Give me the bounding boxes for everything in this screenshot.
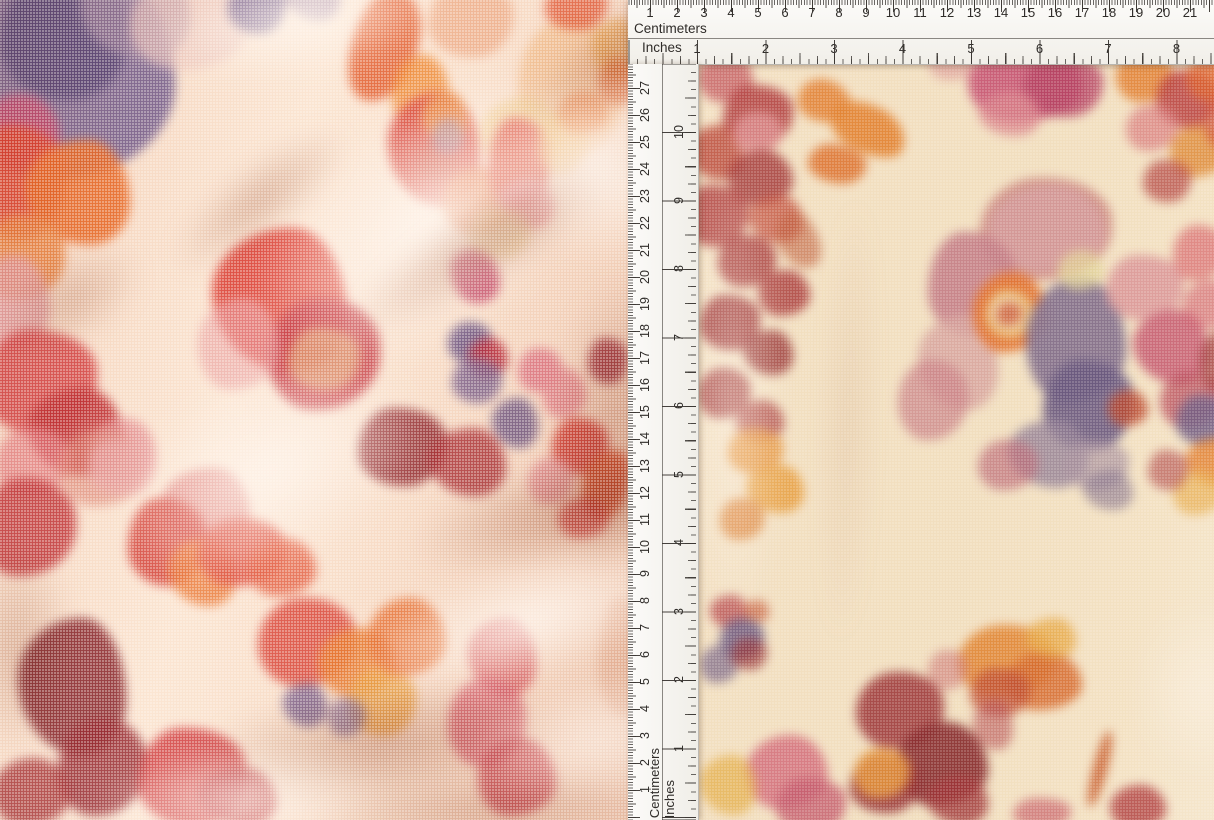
cm-tick-label: 15	[638, 400, 653, 424]
cm-tick-label: 19	[1126, 5, 1146, 20]
fabric-fold	[1098, 560, 1214, 820]
cm-tick-label: 4	[638, 697, 653, 721]
draped-fabric-photo	[0, 0, 628, 820]
fabric-folds-left	[0, 0, 628, 820]
cm-tick-label: 9	[638, 562, 653, 586]
vertical-ruler-centimeters-label: Centimeters	[649, 748, 661, 818]
cm-tick-label: 6	[775, 5, 795, 20]
cm-tick-label: 18	[1099, 5, 1119, 20]
cm-tick-label: 23	[638, 184, 653, 208]
cm-tick-label: 14	[638, 427, 653, 451]
horizontal-ruler-inch-ticks	[628, 40, 1214, 64]
cm-tick-label: 7	[802, 5, 822, 20]
cm-tick-label: 20	[1153, 5, 1173, 20]
cm-tick-label: 1	[640, 5, 660, 20]
horizontal-ruler-divider	[628, 38, 1214, 39]
cm-tick-label: 13	[638, 454, 653, 478]
vertical-ruler: 1234567891011121314151617181920212223242…	[628, 64, 699, 820]
cm-tick-label: 16	[1045, 5, 1065, 20]
cm-tick-label: 17	[638, 346, 653, 370]
cm-tick-label: 10	[638, 535, 653, 559]
cm-tick-label: 22	[638, 211, 653, 235]
fabric-folds-right	[628, 0, 1214, 820]
cm-tick-label: 11	[910, 5, 930, 20]
vertical-ruler-inch-ticks	[662, 64, 696, 820]
cm-tick-label: 2	[667, 5, 687, 20]
horizontal-ruler-centimeters-label: Centimeters	[634, 21, 707, 36]
cm-tick-label: 27	[638, 76, 653, 100]
cm-tick-label: 20	[638, 265, 653, 289]
flat-fabric-photo	[628, 0, 1214, 820]
cm-tick-label: 16	[638, 373, 653, 397]
cm-tick-label: 10	[883, 5, 903, 20]
cm-tick-label: 6	[638, 643, 653, 667]
cm-tick-label: 25	[638, 130, 653, 154]
cm-tick-label: 21	[1180, 5, 1200, 20]
cm-tick-label: 5	[748, 5, 768, 20]
cm-tick-label: 8	[638, 589, 653, 613]
cm-tick-label: 15	[1018, 5, 1038, 20]
cm-tick-label: 11	[638, 508, 653, 532]
cm-tick-label: 9	[856, 5, 876, 20]
cm-tick-label: 21	[638, 238, 653, 262]
cm-tick-label: 18	[638, 319, 653, 343]
cm-tick-label: 4	[721, 5, 741, 20]
horizontal-ruler: 123456789101112131415161718192021 Centim…	[628, 0, 1214, 65]
cm-tick-label: 8	[829, 5, 849, 20]
cm-tick-label: 14	[991, 5, 1011, 20]
fabric-fold	[802, 99, 894, 741]
cm-tick-label: 13	[964, 5, 984, 20]
cm-tick-label: 26	[638, 103, 653, 127]
cm-tick-label: 3	[638, 724, 653, 748]
fabric-product-photo: 123456789101112131415161718192021 Centim…	[0, 0, 1214, 820]
cm-tick-label: 19	[638, 292, 653, 316]
cm-tick-label: 5	[638, 670, 653, 694]
cm-tick-label: 24	[638, 157, 653, 181]
cm-tick-label: 3	[694, 5, 714, 20]
cm-tick-label: 12	[937, 5, 957, 20]
cm-tick-label: 17	[1072, 5, 1092, 20]
cm-tick-label: 7	[638, 616, 653, 640]
cm-tick-label: 12	[638, 481, 653, 505]
